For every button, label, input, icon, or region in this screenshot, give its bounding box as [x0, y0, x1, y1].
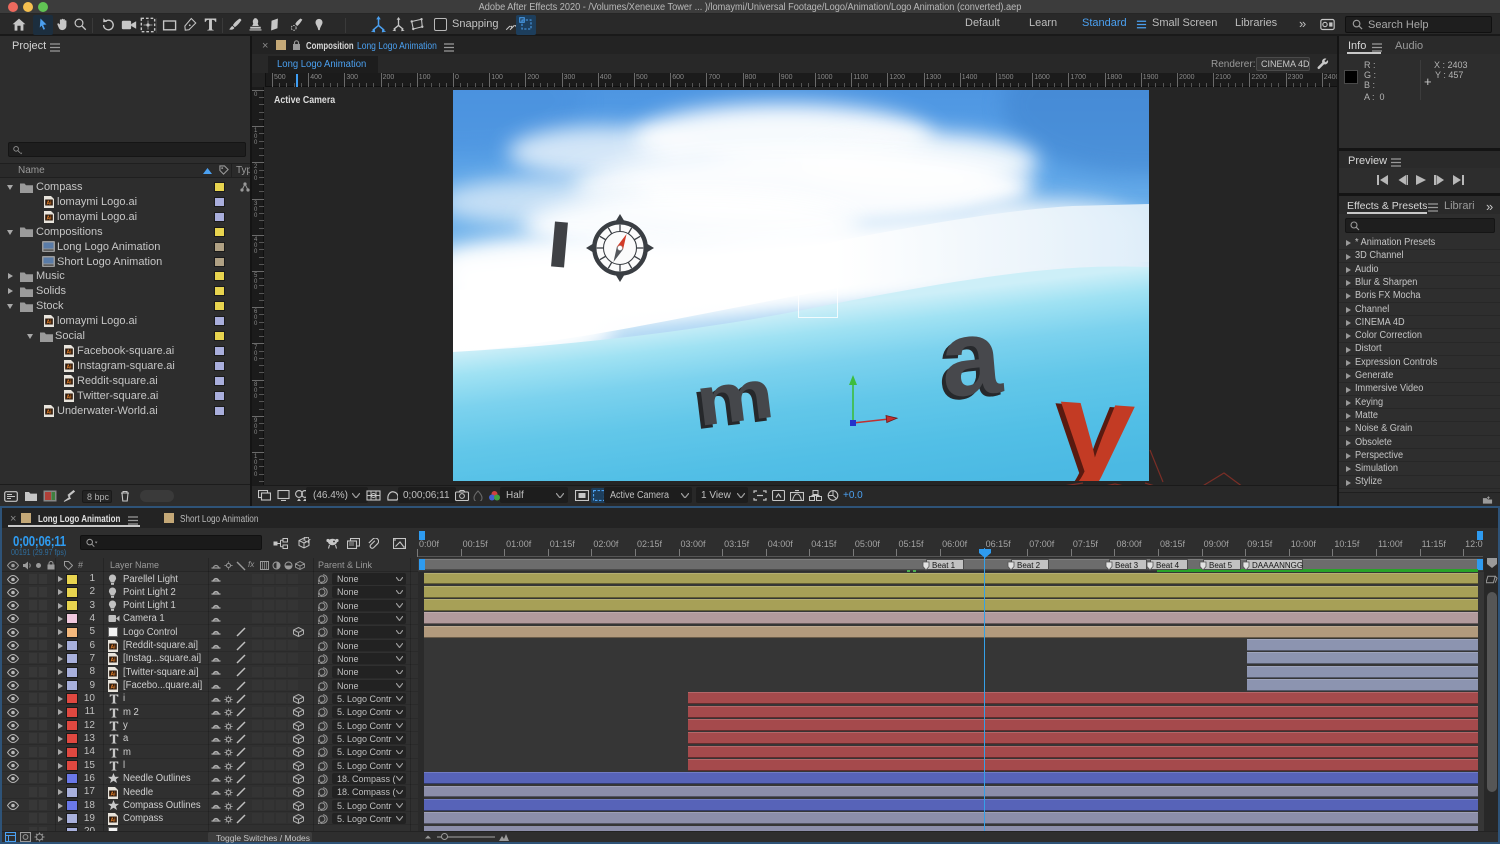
svg-text:Ai: Ai [67, 364, 73, 370]
svg-text:Ai: Ai [47, 215, 53, 221]
svg-text:Ai: Ai [67, 349, 73, 355]
svg-text:Ai: Ai [47, 409, 53, 415]
svg-text:Ai: Ai [67, 394, 73, 400]
svg-text:Ai: Ai [47, 200, 53, 206]
svg-text:Ai: Ai [111, 818, 117, 824]
svg-text:Ai: Ai [111, 645, 117, 651]
svg-text:Ai: Ai [111, 685, 117, 691]
svg-text:a: a [935, 294, 1006, 420]
svg-text:Ai: Ai [111, 658, 117, 664]
svg-text:Ai: Ai [111, 671, 117, 677]
svg-text:y: y [1053, 353, 1139, 481]
svg-text:m: m [691, 353, 778, 441]
svg-text:Ai: Ai [67, 379, 73, 385]
svg-text:Ai: Ai [47, 320, 53, 326]
svg-text:Ai: Ai [111, 791, 117, 797]
